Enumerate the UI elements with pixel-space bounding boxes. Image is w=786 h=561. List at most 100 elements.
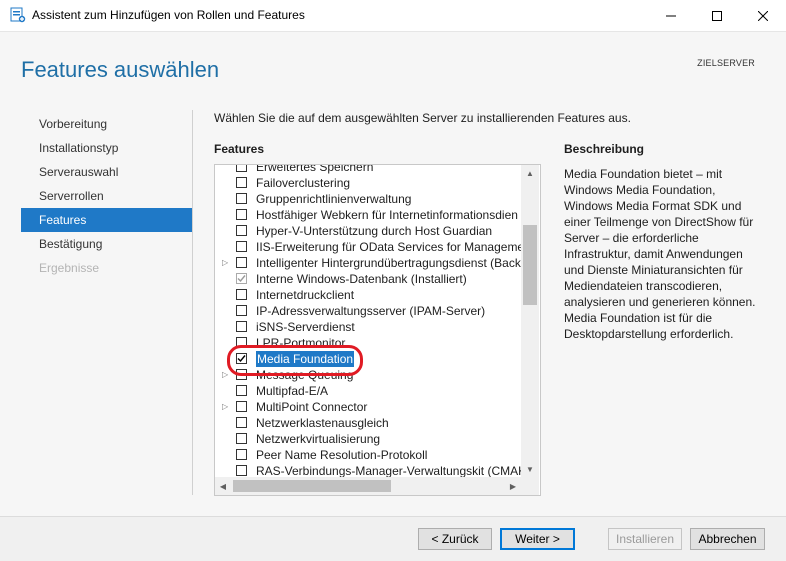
wizard-header: Features auswählen ZIELSERVER: [0, 32, 786, 98]
expand-icon[interactable]: ▷: [222, 367, 230, 383]
feature-checkbox[interactable]: [236, 385, 247, 396]
features-list-items: Erweitertes Speichern Failoverclustering G…: [215, 164, 531, 479]
checkmark-icon: [237, 275, 246, 283]
install-button[interactable]: Installieren: [608, 528, 682, 550]
back-button[interactable]: < Zurück: [418, 528, 492, 550]
features-heading: Features: [214, 142, 265, 156]
minimize-icon: [666, 15, 676, 16]
feature-checkbox[interactable]: [236, 225, 247, 236]
minimize-button[interactable]: [648, 0, 694, 31]
expand-icon[interactable]: ▷: [222, 255, 230, 271]
feature-checkbox[interactable]: [236, 401, 247, 412]
intro-text: Wählen Sie die auf dem ausgewählten Serv…: [214, 111, 631, 125]
description-heading: Beschreibung: [564, 142, 645, 156]
feature-label: Netzwerkvirtualisierung: [256, 432, 381, 446]
feature-checkbox[interactable]: [236, 369, 247, 380]
feature-label: Hostfähiger Webkern für Internetinformat…: [256, 208, 518, 222]
feature-row[interactable]: ▷ MultiPoint Connector: [215, 399, 521, 415]
feature-checkbox[interactable]: [236, 321, 247, 332]
vertical-scrollbar[interactable]: ▲ ▼: [521, 165, 539, 477]
feature-row[interactable]: Media Foundation: [215, 351, 521, 367]
vertical-scroll-thumb[interactable]: [523, 225, 537, 305]
nav-item-installationstyp[interactable]: Installationstyp: [21, 136, 192, 160]
feature-label: MultiPoint Connector: [256, 400, 368, 414]
feature-row[interactable]: IIS-Erweiterung für OData Services for M…: [215, 239, 531, 255]
feature-row[interactable]: IP-Adressverwaltungsserver (IPAM-Server): [215, 303, 521, 319]
feature-label: IIS-Erweiterung für OData Services for M…: [256, 240, 531, 254]
server-manager-icon: [10, 7, 26, 23]
feature-checkbox[interactable]: [236, 289, 247, 300]
feature-label: Failoverclustering: [256, 176, 351, 190]
feature-row[interactable]: Peer Name Resolution-Protokoll: [215, 447, 521, 463]
feature-label: LPR-Portmonitor: [256, 336, 346, 350]
feature-row[interactable]: ▷ Intelligenter Hintergrundübertragungsdi…: [215, 255, 521, 271]
feature-label: Netzwerklastenausgleich: [256, 416, 389, 430]
feature-checkbox[interactable]: [236, 241, 247, 252]
feature-checkbox[interactable]: [236, 257, 247, 268]
cancel-button[interactable]: Abbrechen: [690, 528, 765, 550]
target-server-label: ZIELSERVER: [697, 58, 755, 68]
scroll-up-icon[interactable]: ▲: [521, 165, 539, 181]
feature-row[interactable]: Internetdruckclient: [215, 287, 521, 303]
feature-label: Gruppenrichtlinienverwaltung: [256, 192, 412, 206]
maximize-button[interactable]: [694, 0, 740, 31]
feature-checkbox[interactable]: [236, 465, 247, 476]
feature-label: iSNS-Serverdienst: [256, 320, 355, 334]
nav-item-serverrollen[interactable]: Serverrollen: [21, 184, 192, 208]
page-title: Features auswählen: [21, 57, 220, 82]
feature-label: Intelligenter Hintergrundübertragungsdie…: [256, 256, 521, 270]
checkmark-icon: [237, 355, 246, 363]
next-button[interactable]: Weiter >: [500, 528, 575, 550]
maximize-icon: [712, 10, 722, 21]
nav-item-bestätigung[interactable]: Bestätigung: [21, 232, 192, 256]
feature-label: Internetdruckclient: [256, 288, 355, 302]
horizontal-scrollbar[interactable]: ◀ ▶: [215, 477, 521, 495]
wizard-footer: < Zurück Weiter > Installieren Abbrechen: [0, 516, 786, 561]
nav-item-vorbereitung[interactable]: Vorbereitung: [21, 112, 192, 136]
horizontal-scroll-thumb[interactable]: [233, 480, 391, 492]
close-icon: [758, 10, 768, 21]
feature-checkbox[interactable]: [236, 337, 247, 348]
feature-row[interactable]: Gruppenrichtlinienverwaltung: [215, 191, 521, 207]
feature-row[interactable]: LPR-Portmonitor: [215, 335, 521, 351]
feature-label: Erweitertes Speichern: [256, 164, 374, 174]
nav-item-serverauswahl[interactable]: Serverauswahl: [21, 160, 192, 184]
feature-row[interactable]: Netzwerkvirtualisierung: [215, 431, 521, 447]
scroll-left-icon[interactable]: ◀: [215, 477, 231, 495]
feature-checkbox[interactable]: [236, 193, 247, 204]
feature-checkbox[interactable]: [236, 433, 247, 444]
window-title: Assistent zum Hinzufügen von Rollen und …: [32, 8, 305, 22]
expand-icon[interactable]: ▷: [222, 399, 230, 415]
feature-checkbox[interactable]: [236, 165, 247, 172]
scroll-right-icon[interactable]: ▶: [505, 477, 521, 495]
feature-checkbox[interactable]: [236, 417, 247, 428]
feature-row[interactable]: Erweitertes Speichern: [215, 164, 521, 175]
feature-row[interactable]: Failoverclustering: [215, 175, 521, 191]
scrollbar-corner: [521, 477, 539, 495]
feature-label: Peer Name Resolution-Protokoll: [256, 448, 428, 462]
feature-row[interactable]: Interne Windows-Datenbank (Installiert): [215, 271, 521, 287]
wizard-navigation: Vorbereitung Installationstyp Serverauswah…: [21, 112, 192, 280]
feature-row[interactable]: ▷ Message Queuing: [215, 367, 521, 383]
feature-row[interactable]: Multipfad-E/A: [215, 383, 521, 399]
title-bar: Assistent zum Hinzufügen von Rollen und …: [0, 0, 786, 32]
feature-row[interactable]: Hostfähiger Webkern für Internetinformat…: [215, 207, 521, 223]
feature-label: Message Queuing: [256, 368, 354, 382]
feature-label: Media Foundation: [256, 351, 355, 367]
feature-checkbox[interactable]: [236, 177, 247, 188]
feature-row[interactable]: Netzwerklastenausgleich: [215, 415, 521, 431]
feature-description: Media Foundation bietet – mit Windows Me…: [564, 167, 756, 341]
feature-label: Hyper-V-Unterstützung durch Host Guardia…: [256, 224, 493, 238]
wizard-content: Vorbereitung Installationstyp Serverauswah…: [0, 98, 786, 516]
feature-checkbox[interactable]: [236, 209, 247, 220]
scroll-down-icon[interactable]: ▼: [521, 461, 539, 477]
feature-checkbox[interactable]: [236, 449, 247, 460]
feature-row[interactable]: iSNS-Serverdienst: [215, 319, 521, 335]
feature-checkbox[interactable]: [236, 353, 247, 364]
feature-checkbox[interactable]: [236, 305, 247, 316]
nav-item-features[interactable]: Features: [21, 208, 192, 232]
close-button[interactable]: [740, 0, 786, 31]
feature-row[interactable]: Hyper-V-Unterstützung durch Host Guardia…: [215, 223, 521, 239]
features-list[interactable]: Erweitertes Speichern Failoverclustering G…: [214, 164, 541, 496]
feature-label: Interne Windows-Datenbank (Installiert): [256, 272, 467, 286]
